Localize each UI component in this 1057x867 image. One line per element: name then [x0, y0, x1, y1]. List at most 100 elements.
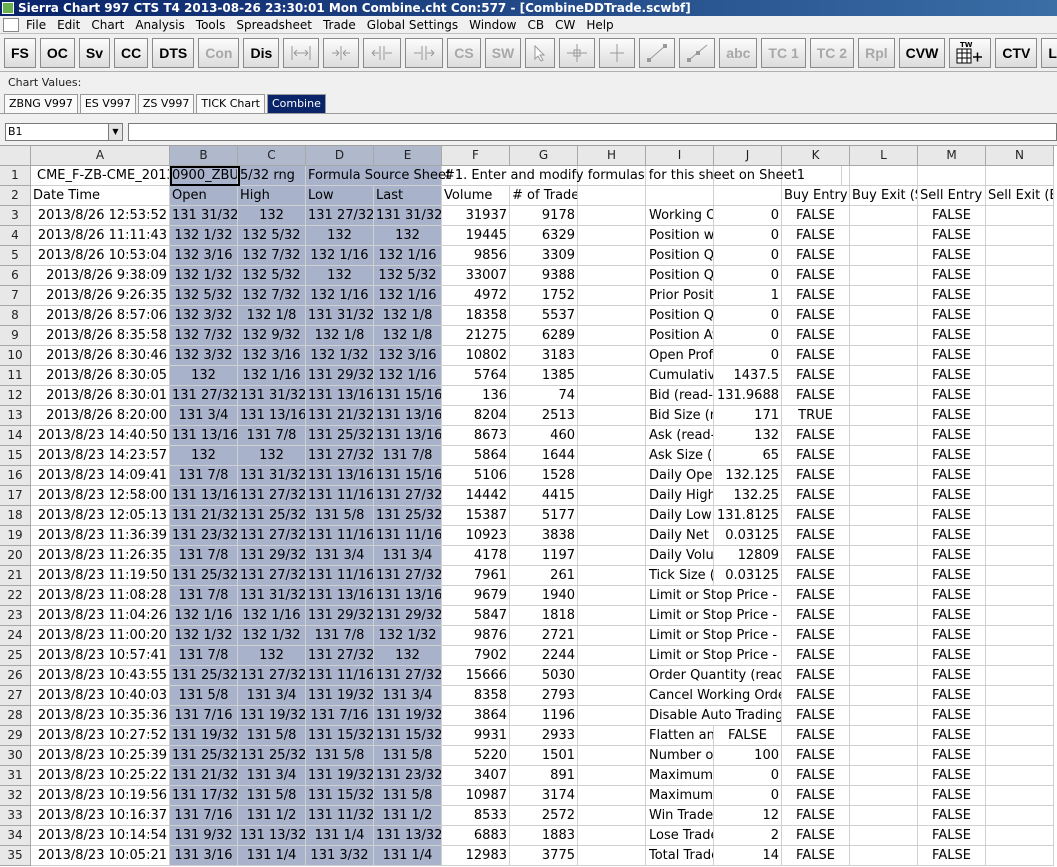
- row-header-34[interactable]: 34: [0, 826, 31, 846]
- cell-g21[interactable]: 261: [510, 566, 578, 586]
- cell-m26[interactable]: FALSE: [918, 666, 986, 686]
- cell-l34[interactable]: [850, 826, 918, 846]
- cell-c33[interactable]: 131 1/2: [238, 806, 306, 826]
- document-icon[interactable]: [3, 17, 19, 32]
- row-header-27[interactable]: 27: [0, 686, 31, 706]
- cell-a27[interactable]: 2013/8/23 10:40:03: [31, 686, 170, 706]
- cell-m24[interactable]: FALSE: [918, 626, 986, 646]
- column-header-j[interactable]: J: [714, 146, 782, 166]
- column-header-c[interactable]: C: [238, 146, 306, 166]
- cell-b34[interactable]: 131 9/32: [170, 826, 238, 846]
- cell-b5[interactable]: 132 3/16: [170, 246, 238, 266]
- cell-l4[interactable]: [850, 226, 918, 246]
- column-header-f[interactable]: F: [442, 146, 510, 166]
- cell-h9[interactable]: [578, 326, 646, 346]
- cell-j18[interactable]: 131.8125: [714, 506, 782, 526]
- cell-n1[interactable]: [986, 166, 1054, 186]
- cell-a35[interactable]: 2013/8/23 10:05:21: [31, 846, 170, 866]
- row-header-29[interactable]: 29: [0, 726, 31, 746]
- cell-b17[interactable]: 131 13/16: [170, 486, 238, 506]
- cell-h19[interactable]: [578, 526, 646, 546]
- cell-g4[interactable]: 6329: [510, 226, 578, 246]
- cell-h3[interactable]: [578, 206, 646, 226]
- cell-a18[interactable]: 2013/8/23 12:05:13: [31, 506, 170, 526]
- toolbar-dts-button[interactable]: DTS: [152, 37, 195, 68]
- cell-j33[interactable]: 12: [714, 806, 782, 826]
- cell-c22[interactable]: 131 31/32: [238, 586, 306, 606]
- cell-k25[interactable]: FALSE: [782, 646, 850, 666]
- cell-k34[interactable]: FALSE: [782, 826, 850, 846]
- cell-l28[interactable]: [850, 706, 918, 726]
- cell-b32[interactable]: 131 17/32: [170, 786, 238, 806]
- cell-i13[interactable]: Bid Size (re: [646, 406, 714, 426]
- column-header-n[interactable]: N: [986, 146, 1054, 166]
- cell-d12[interactable]: 131 13/16: [306, 386, 374, 406]
- cell-f1[interactable]: #1. Enter and modify formulas for this s…: [442, 166, 842, 186]
- cell-b19[interactable]: 131 23/32: [170, 526, 238, 546]
- column-header-h[interactable]: H: [578, 146, 646, 166]
- cell-j6[interactable]: 0: [714, 266, 782, 286]
- cell-h4[interactable]: [578, 226, 646, 246]
- cell-n17[interactable]: [986, 486, 1054, 506]
- toolbar-tc-2-button[interactable]: TC 2: [809, 37, 855, 68]
- cell-l5[interactable]: [850, 246, 918, 266]
- cell-i24[interactable]: Limit or Stop Price - S: [646, 626, 782, 646]
- row-header-23[interactable]: 23: [0, 606, 31, 626]
- cell-b27[interactable]: 131 5/8: [170, 686, 238, 706]
- cell-d9[interactable]: 132 1/8: [306, 326, 374, 346]
- tab-zs-v997[interactable]: ZS V997: [137, 94, 195, 113]
- cell-k2[interactable]: Buy Entry: [782, 186, 850, 206]
- column-header-l[interactable]: L: [850, 146, 918, 166]
- cell-k22[interactable]: FALSE: [782, 586, 850, 606]
- column-header-k[interactable]: K: [782, 146, 850, 166]
- cell-b15[interactable]: 132: [170, 446, 238, 466]
- cell-b22[interactable]: 131 7/8: [170, 586, 238, 606]
- cell-i23[interactable]: Limit or Stop Price - B: [646, 606, 782, 626]
- cell-a21[interactable]: 2013/8/23 11:19:50: [31, 566, 170, 586]
- cell-k18[interactable]: FALSE: [782, 506, 850, 526]
- cell-i17[interactable]: Daily High: [646, 486, 714, 506]
- cell-n24[interactable]: [986, 626, 1054, 646]
- cell-d18[interactable]: 131 5/8: [306, 506, 374, 526]
- cell-n32[interactable]: [986, 786, 1054, 806]
- cell-n15[interactable]: [986, 446, 1054, 466]
- cell-e33[interactable]: 131 1/2: [374, 806, 442, 826]
- cell-a34[interactable]: 2013/8/23 10:14:54: [31, 826, 170, 846]
- cell-g18[interactable]: 5177: [510, 506, 578, 526]
- cell-m20[interactable]: FALSE: [918, 546, 986, 566]
- cell-m9[interactable]: FALSE: [918, 326, 986, 346]
- cell-h13[interactable]: [578, 406, 646, 426]
- cell-b33[interactable]: 131 7/16: [170, 806, 238, 826]
- cell-l10[interactable]: [850, 346, 918, 366]
- cell-k5[interactable]: FALSE: [782, 246, 850, 266]
- cell-d1[interactable]: Formula Source Sheet: [306, 166, 451, 186]
- cell-i28[interactable]: Disable Auto Trading (: [646, 706, 782, 726]
- cell-h20[interactable]: [578, 546, 646, 566]
- cell-c13[interactable]: 131 13/16: [238, 406, 306, 426]
- cell-e15[interactable]: 131 7/8: [374, 446, 442, 466]
- move-left-button[interactable]: [363, 37, 402, 68]
- cell-n9[interactable]: [986, 326, 1054, 346]
- cell-d32[interactable]: 131 15/32: [306, 786, 374, 806]
- cell-k4[interactable]: FALSE: [782, 226, 850, 246]
- cell-j35[interactable]: 14: [714, 846, 782, 866]
- row-header-28[interactable]: 28: [0, 706, 31, 726]
- cell-h16[interactable]: [578, 466, 646, 486]
- cell-n33[interactable]: [986, 806, 1054, 826]
- cell-d25[interactable]: 131 27/32: [306, 646, 374, 666]
- cell-l17[interactable]: [850, 486, 918, 506]
- cell-j30[interactable]: 100: [714, 746, 782, 766]
- cell-c10[interactable]: 132 3/16: [238, 346, 306, 366]
- cell-i26[interactable]: Order Quantity (read/: [646, 666, 782, 686]
- column-header-b[interactable]: B: [170, 146, 238, 166]
- cell-k26[interactable]: FALSE: [782, 666, 850, 686]
- menu-cw[interactable]: CW: [551, 16, 582, 34]
- cell-b24[interactable]: 132 1/32: [170, 626, 238, 646]
- cell-a1[interactable]: CME_F-ZB-CME_2013: [31, 166, 170, 186]
- cell-b28[interactable]: 131 7/16: [170, 706, 238, 726]
- cell-j11[interactable]: 1437.5: [714, 366, 782, 386]
- menu-chart[interactable]: Chart: [87, 16, 131, 34]
- cell-f20[interactable]: 4178: [442, 546, 510, 566]
- toolbar-cvw-button[interactable]: CVW: [898, 37, 946, 68]
- cell-c35[interactable]: 131 1/4: [238, 846, 306, 866]
